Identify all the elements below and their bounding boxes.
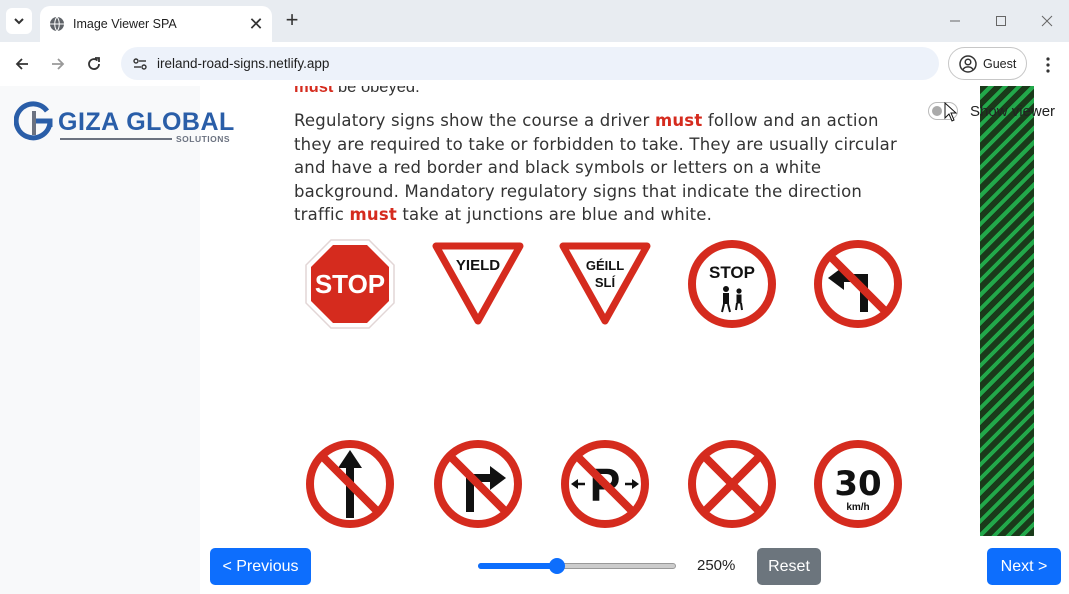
article-content: must be obeyed. Regulatory signs show th… xyxy=(200,86,980,594)
regulatory-signs-paragraph: Regulatory signs show the course a drive… xyxy=(294,109,914,227)
maximize-icon[interactable] xyxy=(990,10,1012,32)
clearway-sign-image xyxy=(688,440,776,528)
yield-sign-image: YIELD xyxy=(432,242,524,325)
school-stop-text: STOP xyxy=(709,263,755,282)
stop-sign-image: STOP xyxy=(305,239,395,329)
reset-button[interactable]: Reset xyxy=(757,548,821,585)
previous-paragraph-text: be obeyed. xyxy=(333,86,420,96)
emphasis-must: must xyxy=(294,86,334,96)
browser-tab-strip: Image Viewer SPA ✕ + xyxy=(0,0,1069,42)
paragraph-text: take at junctions are blue and white. xyxy=(396,205,713,224)
profile-label: Guest xyxy=(983,56,1017,71)
geill-sign-text: GÉILL xyxy=(586,258,624,273)
logo-mark-icon xyxy=(14,101,53,141)
globe-icon xyxy=(50,16,64,32)
geill-sli-sign-image: GÉILL SLÍ xyxy=(559,242,651,325)
paragraph-text: Regulatory signs show the course a drive… xyxy=(294,111,655,130)
zoom-level: 250% xyxy=(697,557,736,574)
yield-sign-text: YIELD xyxy=(456,257,500,274)
tab-search-button[interactable] xyxy=(6,8,32,34)
show-viewer-label: Show viewer xyxy=(970,102,1056,120)
zoom-slider-fill xyxy=(478,563,557,569)
sli-sign-text: SLÍ xyxy=(595,275,616,290)
previous-paragraph-fragment: must be obeyed. xyxy=(294,86,420,100)
speed-limit-value: 30 xyxy=(834,464,881,504)
reload-icon[interactable] xyxy=(82,52,106,76)
account-icon xyxy=(959,54,977,73)
tab-title: Image Viewer SPA xyxy=(73,17,177,31)
browser-toolbar: ireland-road-signs.netlify.app Guest xyxy=(0,42,1069,86)
toggle-knob xyxy=(932,106,942,116)
next-button[interactable]: Next > xyxy=(987,548,1061,585)
mouse-pointer-icon xyxy=(944,102,958,122)
no-right-turn-sign-image xyxy=(434,440,522,528)
previous-button[interactable]: < Previous xyxy=(210,548,311,585)
close-tab-icon[interactable]: ✕ xyxy=(246,14,266,34)
school-stop-sign-image: STOP xyxy=(688,240,776,328)
sidebar: GIZA GLOBAL SOLUTIONS xyxy=(0,86,234,594)
profile-button[interactable]: Guest xyxy=(948,47,1027,80)
stop-sign-text: STOP xyxy=(315,269,385,299)
forward-icon[interactable] xyxy=(46,52,70,76)
emphasis-must: must xyxy=(349,205,397,224)
no-left-turn-sign-image xyxy=(814,240,902,328)
close-window-icon[interactable] xyxy=(1036,10,1058,32)
minimize-icon[interactable] xyxy=(944,10,966,32)
emphasis-must: must xyxy=(654,111,703,130)
speed-limit-unit: km/h xyxy=(846,502,869,513)
zoom-slider-thumb[interactable] xyxy=(548,558,565,574)
new-tab-icon[interactable]: + xyxy=(281,9,303,31)
more-menu-icon[interactable] xyxy=(1037,54,1059,76)
no-straight-ahead-sign-image xyxy=(306,440,394,528)
no-parking-sign-image: P xyxy=(561,440,649,528)
page-viewport: GIZA GLOBAL SOLUTIONS must be obeyed. Re… xyxy=(0,86,1069,594)
logo-divider xyxy=(60,138,172,140)
site-info-icon[interactable] xyxy=(129,53,151,75)
browser-tab-active[interactable]: Image Viewer SPA ✕ xyxy=(40,6,272,42)
back-icon[interactable] xyxy=(10,52,34,76)
viewer-panel-edge xyxy=(980,86,1034,536)
address-bar[interactable]: ireland-road-signs.netlify.app xyxy=(121,47,939,80)
speed-limit-30-sign-image: 30 km/h xyxy=(814,440,902,528)
url-text: ireland-road-signs.netlify.app xyxy=(157,56,330,71)
chevron-down-icon xyxy=(14,18,24,25)
zoom-slider[interactable] xyxy=(478,557,676,575)
